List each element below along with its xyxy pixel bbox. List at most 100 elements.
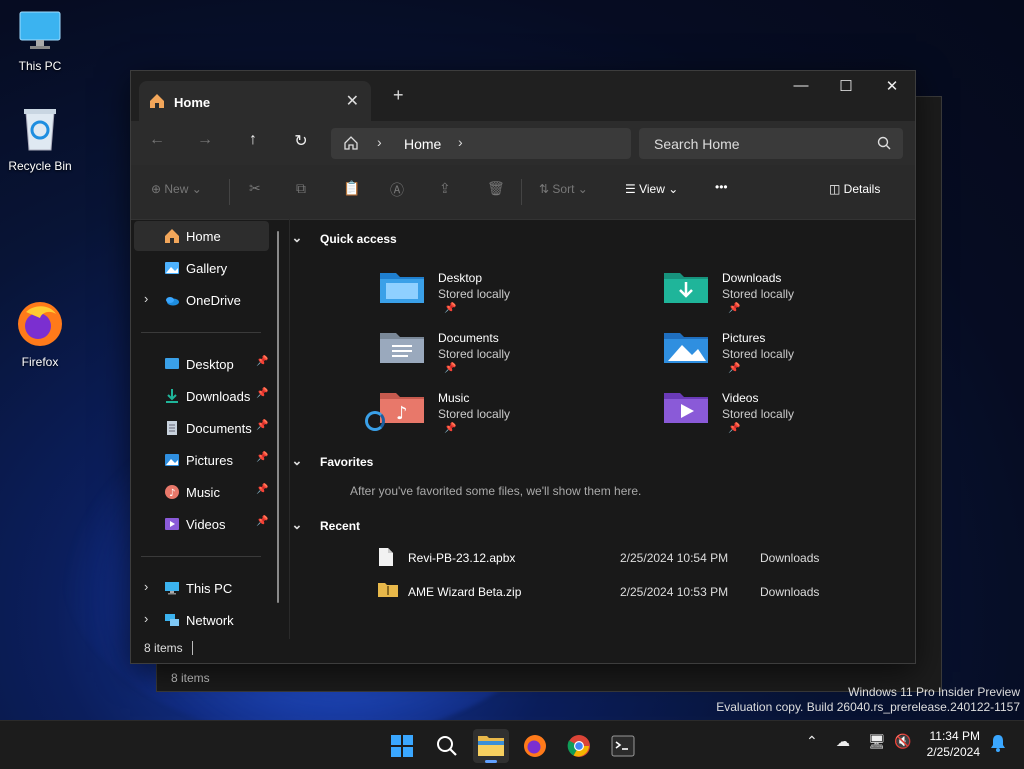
- file-explorer-icon: [478, 736, 504, 756]
- volume-muted-icon[interactable]: 🔇: [894, 733, 911, 750]
- taskbar-chrome[interactable]: [561, 729, 597, 763]
- sidebar-item-videos[interactable]: Videos 📌: [134, 509, 269, 539]
- folder-subtitle: Stored locally: [722, 287, 795, 301]
- chevron-down-icon[interactable]: ⌄: [290, 453, 304, 469]
- show-hidden-icons-chevron-up-icon[interactable]: ⌃: [806, 733, 818, 750]
- clock[interactable]: 11:34 PM 2/25/2024: [927, 728, 980, 760]
- network-tray-icon[interactable]: 🖥: [868, 733, 886, 750]
- sidebar-item-onedrive[interactable]: › OneDrive: [134, 285, 269, 315]
- chevron-right-icon[interactable]: ›: [144, 579, 148, 594]
- favorites-header[interactable]: ⌄ Favorites: [292, 453, 374, 469]
- refresh-button[interactable]: ↻: [289, 131, 313, 151]
- paste-icon[interactable]: 📋: [343, 180, 360, 197]
- pin-icon: 📌: [256, 388, 269, 399]
- close-button[interactable]: ✕: [872, 77, 912, 95]
- title-bar[interactable]: Home ✕ + — ☐ ✕: [131, 71, 915, 121]
- sidebar-item-home[interactable]: Home: [134, 221, 269, 251]
- downloads-folder-icon: [664, 269, 708, 308]
- rename-icon[interactable]: Ⓐ: [390, 180, 404, 200]
- quick-access-videos[interactable]: Videos Stored locally 📌: [664, 385, 904, 441]
- cut-icon[interactable]: ✂: [249, 180, 261, 197]
- sidebar-item-documents[interactable]: Documents 📌: [134, 413, 269, 443]
- sidebar-item-label: Music: [186, 485, 220, 500]
- file-explorer-window[interactable]: Home ✕ + — ☐ ✕ ← → ↑ ↻ › Home › Search H…: [130, 70, 916, 664]
- more-options-button[interactable]: •••: [715, 180, 728, 194]
- sort-button[interactable]: ⇅ Sort ⌄: [539, 182, 588, 196]
- chevron-right-icon[interactable]: ›: [144, 611, 148, 626]
- pin-icon: 📌: [444, 423, 457, 434]
- watermark-line-2: Evaluation copy. Build 26040.rs_prerelea…: [716, 700, 1020, 714]
- desktop-folder-icon: [164, 356, 180, 372]
- desktop-icon-label: Recycle Bin: [8, 159, 72, 173]
- pin-icon: 📌: [728, 423, 741, 434]
- desktop-icon-firefox[interactable]: Firefox: [0, 300, 80, 369]
- chevron-down-icon[interactable]: ⌄: [290, 230, 304, 246]
- desktop-icon-recycle-bin[interactable]: Recycle Bin: [0, 106, 80, 173]
- sidebar-item-music[interactable]: ♪ Music 📌: [134, 477, 269, 507]
- quick-access-pictures[interactable]: Pictures Stored locally 📌: [664, 325, 904, 381]
- maximize-button[interactable]: ☐: [826, 77, 866, 95]
- home-outline-icon[interactable]: [343, 135, 359, 156]
- search-button[interactable]: [429, 729, 465, 763]
- search-box[interactable]: Search Home: [639, 128, 903, 159]
- breadcrumb-home[interactable]: Home: [404, 136, 441, 152]
- sidebar-item-label: Pictures: [186, 453, 233, 468]
- forward-button[interactable]: →: [193, 131, 217, 149]
- file-icon: [378, 547, 394, 570]
- sidebar-item-label: Network: [186, 613, 234, 628]
- sidebar-scrollbar[interactable]: [277, 231, 279, 603]
- new-button[interactable]: ⊕ New ⌄: [151, 182, 202, 196]
- copy-icon[interactable]: ⧉: [296, 180, 306, 197]
- sidebar-item-network[interactable]: › Network: [134, 605, 269, 635]
- minimize-button[interactable]: —: [781, 77, 821, 94]
- sidebar-item-desktop[interactable]: Desktop 📌: [134, 349, 269, 379]
- sidebar-item-label: Desktop: [186, 357, 234, 372]
- search-icon: [437, 736, 457, 756]
- up-button[interactable]: ↑: [241, 131, 265, 149]
- quick-access-header[interactable]: ⌄ Quick access: [292, 230, 397, 246]
- share-icon[interactable]: ⇪: [439, 180, 451, 197]
- folder-subtitle: Stored locally: [438, 347, 511, 361]
- sidebar-item-this-pc[interactable]: › This PC: [134, 573, 269, 603]
- recent-file-row[interactable]: Revi-PB-23.12.apbx 2/25/2024 10:54 PM Do…: [378, 545, 898, 571]
- folder-name: Music: [438, 391, 470, 405]
- recent-header[interactable]: ⌄ Recent: [292, 517, 360, 533]
- sidebar-item-gallery[interactable]: Gallery: [134, 253, 269, 283]
- recent-file-row[interactable]: AME Wizard Beta.zip 2/25/2024 10:53 PM D…: [378, 579, 898, 605]
- notification-bell-icon[interactable]: [990, 734, 1006, 757]
- chevron-right-icon[interactable]: ›: [458, 134, 463, 150]
- toolbar-divider: [521, 179, 522, 205]
- chevron-down-icon[interactable]: ⌄: [290, 517, 304, 533]
- recent-file-name: AME Wizard Beta.zip: [408, 585, 522, 599]
- search-placeholder: Search Home: [654, 136, 740, 152]
- taskbar-terminal[interactable]: [605, 729, 641, 763]
- taskbar-firefox[interactable]: [517, 729, 553, 763]
- onedrive-tray-icon[interactable]: ☁: [836, 733, 850, 750]
- this-pc-icon: [164, 580, 180, 596]
- folder-name: Desktop: [438, 271, 483, 285]
- tab-home[interactable]: Home ✕: [139, 81, 371, 121]
- quick-access-documents[interactable]: Documents Stored locally 📌: [380, 325, 620, 381]
- pictures-icon: [164, 452, 180, 468]
- quick-access-desktop[interactable]: Desktop Stored locally 📌: [380, 265, 620, 321]
- quick-access-music[interactable]: ♪ Music Stored locally 📌: [380, 385, 620, 441]
- sidebar-item-pictures[interactable]: Pictures 📌: [134, 445, 269, 475]
- details-button[interactable]: ◫ Details: [829, 182, 880, 196]
- chevron-right-icon[interactable]: ›: [377, 134, 382, 150]
- view-button[interactable]: ☰ View ⌄: [625, 182, 678, 196]
- quick-access-downloads[interactable]: Downloads Stored locally 📌: [664, 265, 904, 321]
- sidebar-item-downloads[interactable]: Downloads 📌: [134, 381, 269, 411]
- delete-icon[interactable]: 🗑: [487, 180, 505, 197]
- back-button[interactable]: ←: [145, 131, 169, 149]
- address-bar[interactable]: › Home ›: [331, 128, 631, 159]
- chevron-right-icon[interactable]: ›: [144, 291, 148, 306]
- details-label: Details: [843, 182, 881, 196]
- recent-file-location: Downloads: [760, 585, 820, 599]
- new-tab-button[interactable]: +: [393, 85, 404, 106]
- desktop-icon-this-pc[interactable]: This PC: [0, 10, 80, 73]
- taskbar-file-explorer[interactable]: [473, 729, 509, 763]
- tab-close-icon[interactable]: ✕: [346, 91, 359, 111]
- item-count: 8 items: [144, 641, 183, 655]
- pin-icon: 📌: [256, 516, 269, 527]
- start-button[interactable]: [384, 729, 420, 763]
